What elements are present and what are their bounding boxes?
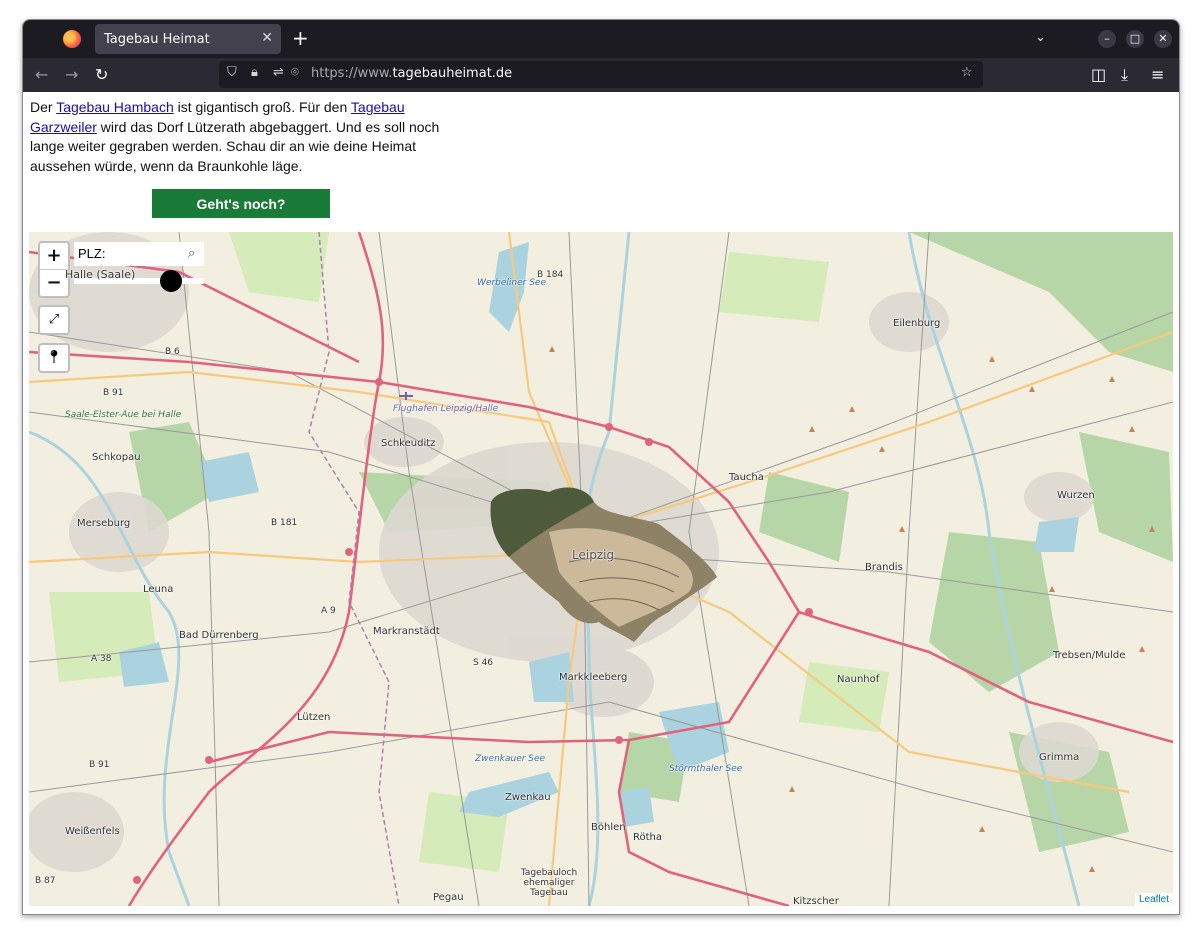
map-label: Eilenburg <box>893 318 941 329</box>
back-icon[interactable]: ← <box>35 65 48 84</box>
map-label: Pegau <box>433 892 464 903</box>
menu-icon[interactable]: ≡ <box>1151 65 1164 84</box>
map-label: A 9 <box>321 606 336 616</box>
map-label: S 46 <box>473 658 494 668</box>
bookmark-star-icon[interactable]: ☆ <box>961 65 973 80</box>
downloads-icon[interactable]: ⤓ <box>1121 65 1128 85</box>
tab-bar: Tagebau Heimat ✕ + ⌄ – □ ✕ <box>23 20 1179 58</box>
map-label: Trebsen/Mulde <box>1053 650 1126 661</box>
gehts-noch-button[interactable]: Geht's noch? <box>152 189 330 218</box>
map-label: B 91 <box>103 388 124 398</box>
map-label: Saale-Elster-Aue bei Halle <box>65 410 182 420</box>
map-label: B 6 <box>165 347 180 357</box>
map-label: Schkeuditz <box>381 438 436 449</box>
shield-icon[interactable]: ⛉ <box>227 65 237 80</box>
leaflet-attribution[interactable]: Leaflet <box>1134 893 1173 906</box>
page-content: Der Tagebau Hambach ist gigantisch groß.… <box>23 92 1179 914</box>
map-label: Bad Dürrenberg <box>179 630 259 641</box>
map-label: Leipzig <box>572 548 615 562</box>
url-bar[interactable]: ⛉ 🔒︎ ⇌ ⌾ https://www.tagebauheimat.de ☆ <box>219 61 983 88</box>
location-icon[interactable]: ⌾ <box>291 65 299 80</box>
map-label: Lützen <box>297 712 331 723</box>
map[interactable]: + − ⤢ 📍︎ PLZ: ⌕ Halle (Saale) Werbeliner… <box>29 232 1173 906</box>
search-icon[interactable]: ⌕ <box>188 245 195 261</box>
map-label: Naunhof <box>837 674 880 685</box>
map-label: B 87 <box>35 876 56 886</box>
map-label: Leuna <box>143 584 174 595</box>
minimize-icon[interactable]: – <box>1098 30 1116 48</box>
map-label: Störmthaler See <box>669 764 743 774</box>
pocket-icon[interactable]: ◫ <box>1091 65 1106 84</box>
map-label: Wurzen <box>1057 490 1095 501</box>
lock-icon[interactable]: 🔒︎ <box>251 65 258 80</box>
map-label: Zwenkauer See <box>475 754 546 764</box>
map-label: Tagebauloch ehemaliger Tagebau <box>520 868 578 898</box>
tab-title: Tagebau Heimat <box>104 32 210 47</box>
fullscreen-icon[interactable]: ⤢ <box>38 305 70 335</box>
map-label: Markkleeberg <box>559 672 628 683</box>
intro-text: Der Tagebau Hambach ist gigantisch groß.… <box>30 99 440 174</box>
close-window-icon[interactable]: ✕ <box>1154 30 1172 48</box>
url-text: https://www.tagebauheimat.de <box>311 66 513 81</box>
map-label: Halle (Saale) <box>65 268 136 281</box>
link-hambach[interactable]: Tagebau Hambach <box>56 99 174 115</box>
map-label: Taucha <box>729 472 764 483</box>
active-tab[interactable]: Tagebau Heimat ✕ <box>95 24 281 54</box>
firefox-logo-icon <box>63 30 81 48</box>
map-label: Grimma <box>1039 752 1080 763</box>
map-label: Markranstädt <box>373 626 440 637</box>
map-label: B 184 <box>537 270 564 280</box>
map-label: Brandis <box>865 562 903 573</box>
zoom-in-button[interactable]: + <box>40 243 68 270</box>
map-label: Kitzscher <box>793 896 839 906</box>
reload-icon[interactable]: ↻ <box>95 65 108 84</box>
map-label: Zwenkau <box>505 792 551 803</box>
map-label: Werbeliner See <box>477 278 546 288</box>
maximize-icon[interactable]: □ <box>1126 30 1144 48</box>
nav-bar: ← → ↻ ⛉ 🔒︎ ⇌ ⌾ https://www.tagebauheimat… <box>23 58 1179 92</box>
map-label: Rötha <box>633 832 663 843</box>
tab-close-icon[interactable]: ✕ <box>261 30 273 46</box>
map-label: A 38 <box>91 654 112 664</box>
list-tabs-chevron-icon[interactable]: ⌄ <box>1035 30 1046 45</box>
map-label: Schkopau <box>92 452 141 463</box>
locate-marker-icon[interactable]: 📍︎ <box>38 343 70 373</box>
permissions-icon[interactable]: ⇌ <box>273 65 284 80</box>
map-label: B 181 <box>271 518 298 528</box>
map-label: Böhlen <box>591 822 626 833</box>
map-label: Merseburg <box>77 518 131 529</box>
map-tiles <box>29 232 1173 906</box>
plz-label: PLZ: <box>78 246 106 261</box>
forward-icon[interactable]: → <box>65 65 78 84</box>
map-label: Weißenfels <box>65 826 120 837</box>
map-label: Flughafen Leipzig/Halle <box>393 404 499 414</box>
slider-knob[interactable] <box>160 270 182 292</box>
map-label: B 91 <box>89 760 110 770</box>
new-tab-icon[interactable]: + <box>292 26 309 50</box>
browser-window: Tagebau Heimat ✕ + ⌄ – □ ✕ ← → ↻ ⛉ 🔒︎ ⇌ … <box>22 19 1180 915</box>
zoom-out-button[interactable]: − <box>40 270 68 296</box>
plz-search-field[interactable]: PLZ: ⌕ <box>74 242 204 266</box>
